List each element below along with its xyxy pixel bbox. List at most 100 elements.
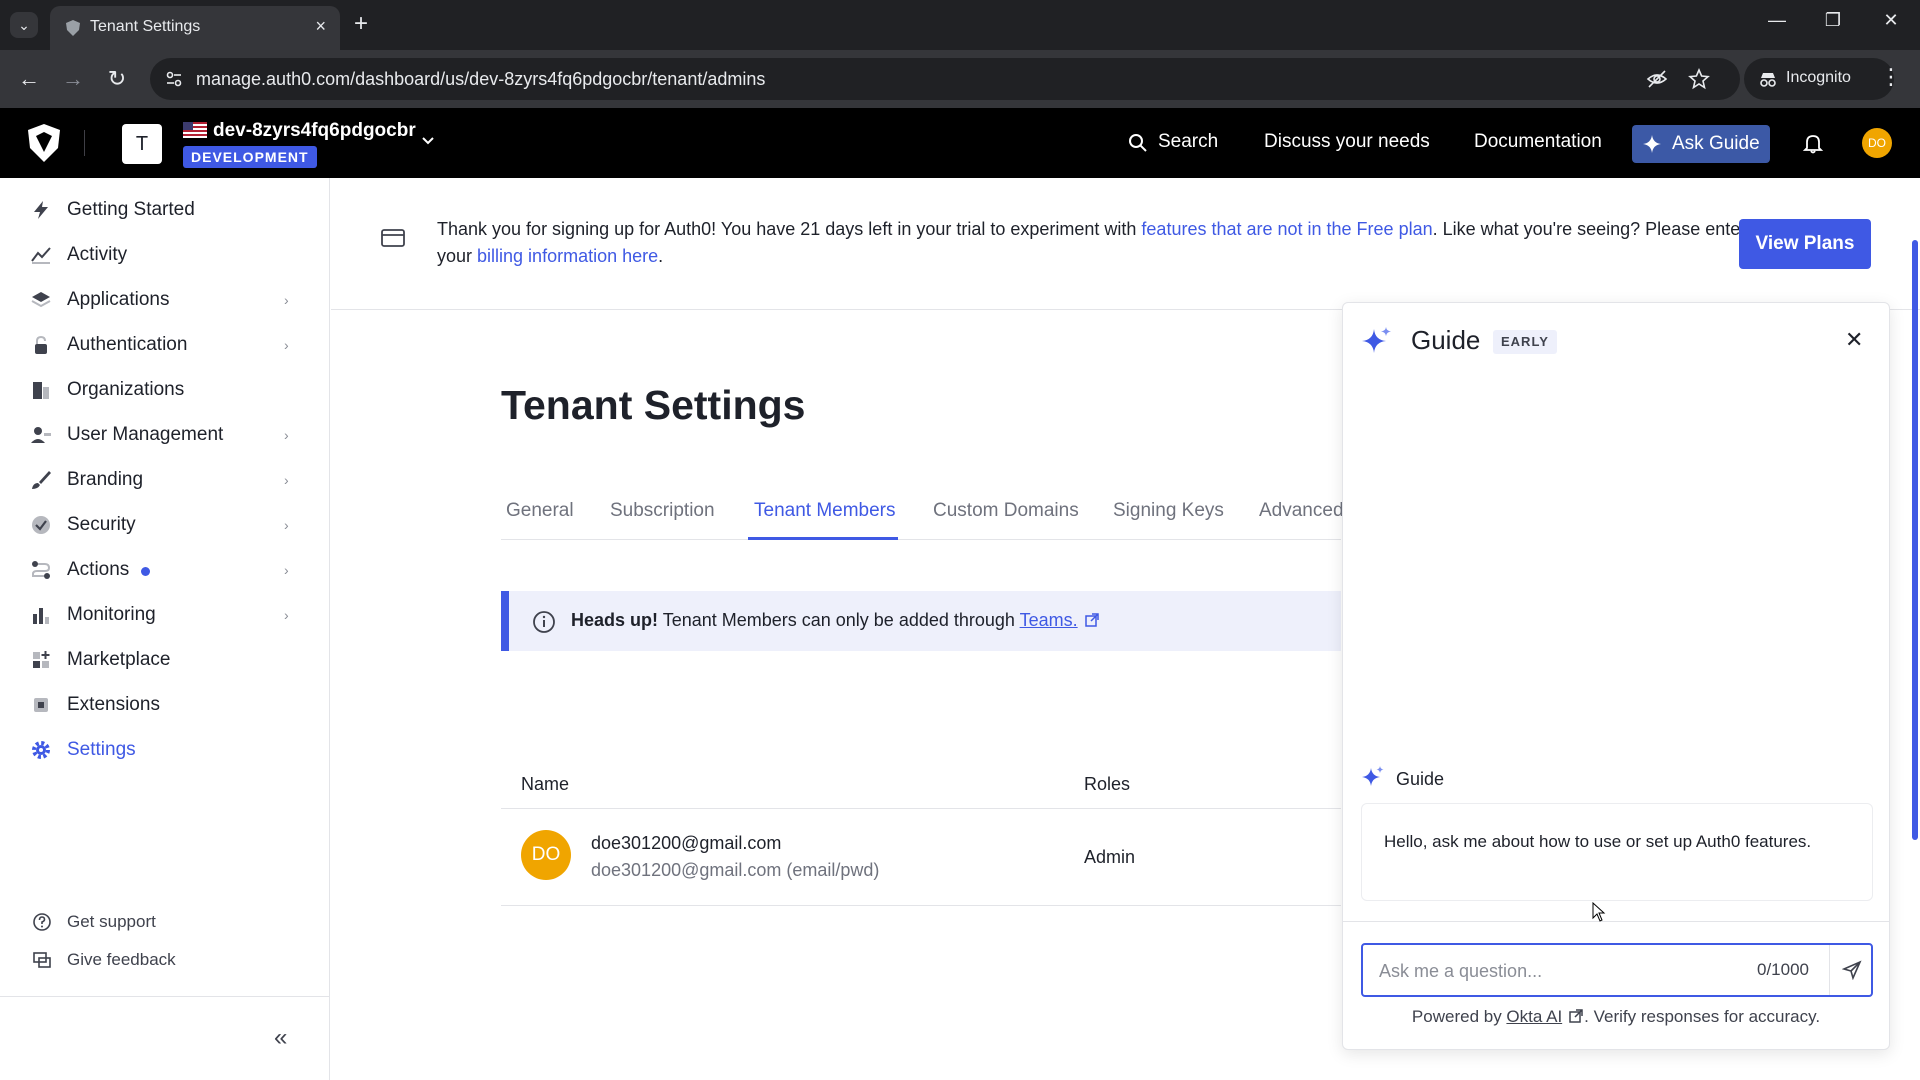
chevron-right-icon: › (284, 562, 289, 578)
get-support-link[interactable]: Get support (0, 904, 330, 938)
external-link-icon[interactable] (1084, 612, 1100, 628)
documentation-link[interactable]: Documentation (1474, 131, 1602, 153)
auth0-logo-icon[interactable] (24, 122, 64, 164)
sidebar-item-getting-started[interactable]: Getting Started (0, 188, 330, 232)
sidebar-item-label: Security (67, 514, 136, 535)
search-icon[interactable] (1128, 133, 1148, 153)
tab-advanced[interactable]: Advanced (1259, 500, 1344, 522)
sidebar-item-security[interactable]: Security › (0, 503, 330, 547)
table-row-divider (501, 905, 1341, 906)
sparkle-icon (1362, 766, 1384, 786)
sidebar-item-settings[interactable]: Settings (0, 728, 330, 772)
tab-close-icon[interactable]: × (315, 16, 326, 37)
tab-search-button[interactable]: ⌄ (10, 12, 38, 38)
browser-toolbar: ← → ↻ manage.auth0.com/dashboard/us/dev-… (0, 50, 1920, 108)
minimize-icon[interactable]: — (1762, 10, 1792, 31)
sidebar-item-user-management[interactable]: User Management › (0, 413, 330, 457)
tenant-avatar[interactable]: T (122, 124, 162, 164)
users-icon (31, 427, 51, 443)
close-window-icon[interactable]: ✕ (1876, 10, 1906, 31)
incognito-indicator[interactable]: Incognito (1744, 58, 1894, 100)
tab-custom-domains[interactable]: Custom Domains (933, 500, 1079, 522)
flow-icon (32, 561, 51, 579)
external-link-icon[interactable] (1568, 1008, 1584, 1024)
settings-tabs: General Subscription Tenant Members Cust… (501, 490, 1344, 540)
guide-title: Guide (1411, 325, 1481, 355)
reload-icon[interactable]: ↻ (102, 64, 132, 94)
sidebar-item-label: Authentication (67, 334, 188, 355)
header-divider (84, 130, 85, 156)
billing-link[interactable]: billing information here (477, 246, 658, 266)
bell-icon[interactable] (1802, 132, 1824, 154)
okta-ai-link[interactable]: Okta AI (1506, 1007, 1562, 1026)
sidebar-item-extensions[interactable]: Extensions (0, 683, 330, 727)
sidebar-item-applications[interactable]: Applications › (0, 278, 330, 322)
chevron-down-icon[interactable] (420, 132, 436, 148)
collapse-sidebar-icon[interactable]: « (274, 1024, 287, 1052)
feedback-icon (33, 952, 51, 968)
active-tab-indicator (748, 537, 898, 540)
chevron-right-icon: › (284, 337, 289, 353)
powered-prefix: Powered by (1411, 1007, 1507, 1026)
bookmark-star-icon[interactable] (1688, 68, 1710, 90)
chevron-right-icon: › (284, 427, 289, 443)
search-button[interactable]: Search (1158, 131, 1218, 153)
tab-subscription[interactable]: Subscription (610, 500, 715, 522)
member-email[interactable]: doe301200@gmail.com (591, 833, 781, 854)
sidebar-item-organizations[interactable]: Organizations (0, 368, 330, 412)
back-icon[interactable]: ← (14, 64, 44, 94)
address-bar[interactable]: manage.auth0.com/dashboard/us/dev-8zyrs4… (150, 58, 1740, 100)
tab-tenant-members[interactable]: Tenant Members (754, 500, 896, 522)
features-link[interactable]: features that are not in the Free plan (1141, 219, 1432, 239)
info-alert: Heads up! Tenant Members can only be add… (501, 591, 1341, 651)
new-tab-button[interactable]: + (354, 10, 368, 38)
sidebar-item-branding[interactable]: Branding › (0, 458, 330, 502)
sidebar-item-label: Monitoring (67, 604, 156, 625)
ask-question-box[interactable]: 0/1000 (1361, 943, 1873, 997)
sidebar-item-actions[interactable]: Actions › (0, 548, 330, 592)
banner-text-part: . (658, 246, 664, 266)
table-header-divider (501, 808, 1341, 809)
site-info-icon[interactable] (164, 69, 184, 89)
close-icon[interactable]: ✕ (1845, 327, 1863, 353)
credit-card-icon (381, 229, 405, 247)
sidebar-item-monitoring[interactable]: Monitoring › (0, 593, 330, 637)
discuss-needs-link[interactable]: Discuss your needs (1264, 131, 1430, 153)
tab-signing-keys[interactable]: Signing Keys (1113, 500, 1224, 522)
browser-tab[interactable]: Tenant Settings × (50, 6, 340, 50)
ask-question-input[interactable] (1379, 957, 1739, 985)
forward-icon[interactable]: → (58, 64, 88, 94)
page-scrollbar[interactable] (1912, 240, 1918, 840)
send-icon (1842, 960, 1862, 980)
view-plans-button[interactable]: View Plans (1739, 219, 1871, 269)
eye-off-icon[interactable] (1646, 68, 1668, 90)
bolt-icon (34, 201, 48, 219)
sidebar-item-label: Actions (67, 559, 130, 580)
sidebar-item-authentication[interactable]: Authentication › (0, 323, 330, 367)
sidebar-divider (0, 996, 330, 997)
sidebar-item-marketplace[interactable]: Marketplace (0, 638, 330, 682)
sidebar-item-label: Branding (67, 469, 144, 490)
sidebar-item-activity[interactable]: Activity (0, 233, 330, 277)
guide-badge: EARLY (1493, 330, 1557, 354)
tab-general[interactable]: General (506, 500, 574, 522)
powered-by-note: Powered by Okta AI . Verify responses for… (1343, 1007, 1889, 1027)
us-flag-icon (183, 122, 207, 138)
gear-icon (32, 741, 50, 759)
banner-text: Thank you for signing up for Auth0! You … (437, 216, 1767, 270)
give-feedback-link[interactable]: Give feedback (0, 942, 330, 976)
trial-banner: Thank you for signing up for Auth0! You … (331, 178, 1920, 310)
building-icon (33, 382, 49, 399)
send-button[interactable] (1829, 945, 1873, 995)
incognito-label: Incognito (1786, 69, 1851, 86)
user-avatar[interactable]: DO (1862, 128, 1892, 158)
column-header-name: Name (521, 774, 570, 794)
teams-link[interactable]: Teams. (1020, 610, 1078, 630)
ask-guide-button[interactable]: Ask Guide (1632, 125, 1770, 163)
environment-badge: DEVELOPMENT (183, 146, 317, 168)
app-header: T dev-8zyrs4fq6pdgocbr DEVELOPMENT Searc… (0, 108, 1920, 178)
tenant-name[interactable]: dev-8zyrs4fq6pdgocbr (213, 120, 416, 142)
tab-title: Tenant Settings (90, 18, 201, 35)
restore-icon[interactable]: ❐ (1818, 10, 1848, 31)
browser-menu-icon[interactable]: ⋮ (1880, 64, 1902, 90)
